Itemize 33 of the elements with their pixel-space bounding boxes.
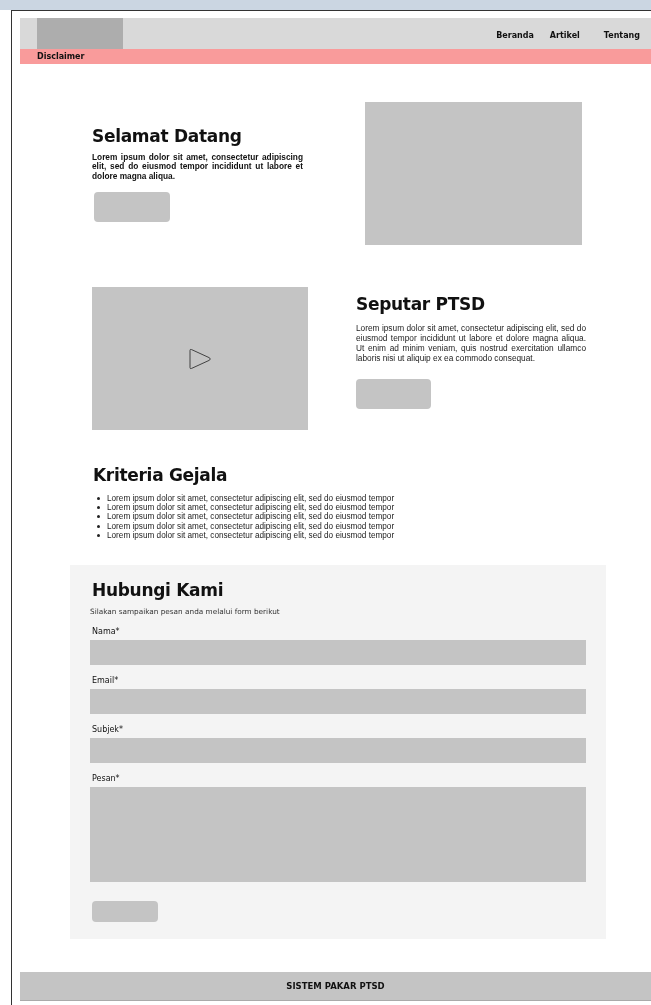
bullet-icon: [97, 533, 100, 537]
list-item: Lorem ipsum dolor sit amet, consectetur adipiscing elit, sed do eiusmod tempor: [107, 503, 395, 513]
footer-text: SISTEM PAKAR PTSD: [286, 980, 385, 991]
bullet-icon: [97, 506, 100, 510]
disclaimer-link[interactable]: Disclaimer: [37, 52, 85, 61]
section-title: Kriteria Gejala: [93, 464, 229, 486]
action-button[interactable]: [356, 379, 431, 409]
section-title: Seputar PTSD: [356, 293, 486, 315]
list-item: Lorem ipsum dolor sit amet, consectetur adipiscing elit, sed do eiusmod tempor: [107, 530, 395, 540]
action-button[interactable]: [94, 192, 170, 223]
input-field[interactable]: [90, 639, 586, 665]
bullet-icon: [97, 524, 100, 528]
nav-link[interactable]: Artikel: [549, 27, 580, 40]
section-title: Selamat Datang: [92, 124, 243, 147]
input-field[interactable]: [90, 737, 586, 763]
list-item: Lorem ipsum dolor sit amet, consectetur adipiscing elit, sed do eiusmod tempor: [107, 521, 395, 531]
nav-link[interactable]: Beranda: [496, 27, 534, 40]
field-label: Nama*: [92, 626, 121, 637]
message-field[interactable]: [90, 786, 586, 882]
play-icon[interactable]: [188, 347, 212, 370]
bullet-icon: [97, 497, 100, 501]
list-item: Lorem ipsum dolor sit amet, consectetur adipiscing elit, sed do eiusmod tempor: [107, 512, 395, 522]
section-text: Lorem ipsum dolor sit amet, consectetur adipiscing elit, sed do eiusmod tempor incididunt ut labore et dolore magna aliqua. Ut enim ad minim veniam, quis nostrud exercitation ullamco laboris nisi ut aliquip ex ea commodo consequat.: [356, 323, 586, 363]
list-item: Lorem ipsum dolor sit amet, consectetur adipiscing elit, sed do eiusmod tempor: [107, 494, 395, 504]
field-label: Pesan*: [92, 773, 121, 784]
nav-link[interactable]: Tentang: [603, 27, 640, 40]
bullet-icon: [97, 515, 100, 519]
submit-button[interactable]: [92, 900, 158, 922]
field-label: Email*: [92, 675, 120, 686]
field-label: Subjek*: [92, 724, 124, 735]
section-text: Lorem ipsum dolor sit amet, consectetur adipiscing elit, sed do eiusmod tempor incididunt ut labore et dolore magna aliqua.: [92, 152, 303, 182]
input-field[interactable]: [90, 688, 586, 714]
section-title: Hubungi Kami: [92, 578, 225, 601]
